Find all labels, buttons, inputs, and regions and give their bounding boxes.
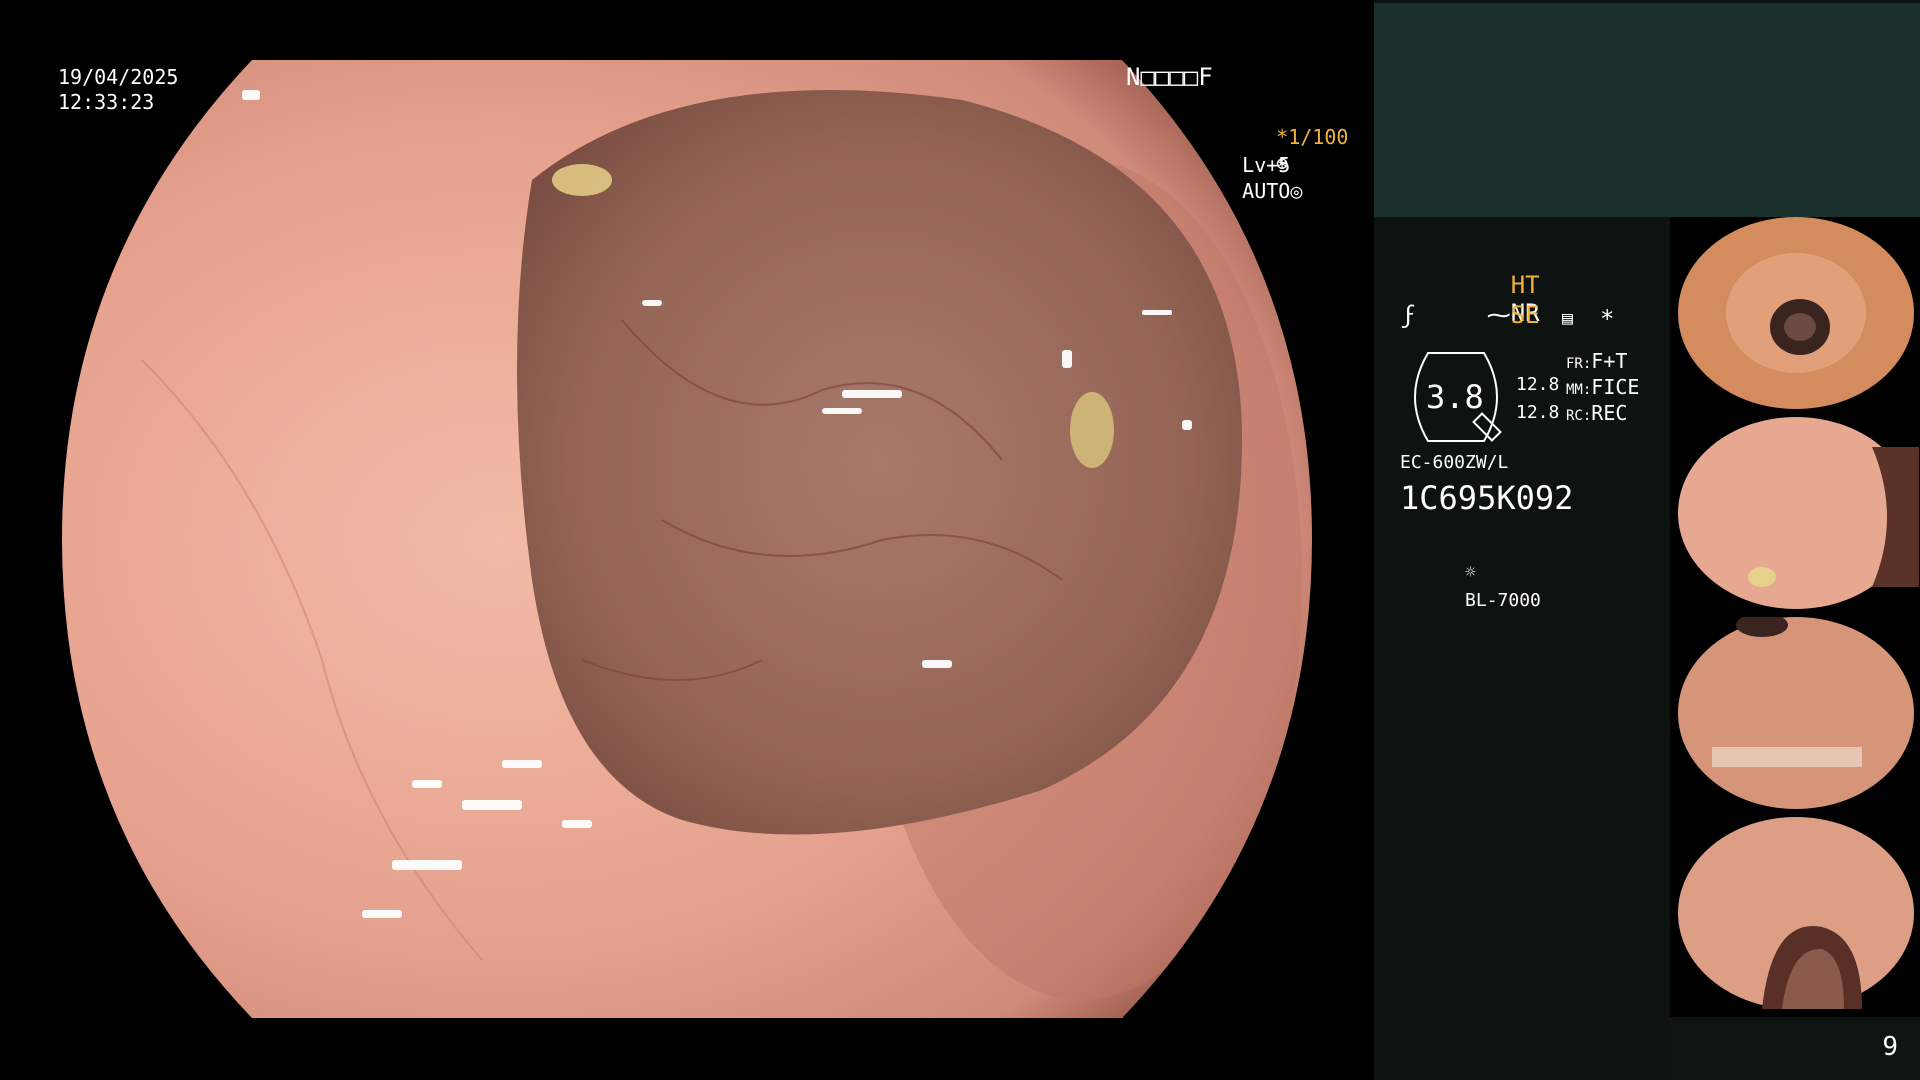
status-side-panel: HT NR ⁓SE ϝ ▤ * 3.8 12.8 12.8 FR:F+T MM:… [1374,0,1920,1080]
rc-value: REC [1591,401,1628,425]
thumbnail-image-2 [1678,417,1919,609]
exposure-level: Lv+5 AUTO◎ [1194,126,1302,230]
endoscope-main-view: 19/04/2025 12:33:23 N□□□□F *1/100 ⊛ Lv+5… [0,0,1374,1080]
thumbnail-image-1 [1678,217,1914,409]
fr-value: F+T [1591,349,1628,373]
zoom-bottom-value: 12.8 [1516,402,1560,423]
rc-row: RC:REC [1566,399,1627,430]
exam-time: 12:33:23 [58,90,155,114]
zoom-top-value: 12.8 [1516,374,1560,395]
thumbnail-4[interactable] [1672,817,1919,1009]
thumbnail-image-3 [1678,617,1914,809]
thumbnail-2[interactable] [1672,417,1919,609]
captured-thumbnails [1670,217,1920,1017]
thumbnail-1[interactable] [1672,217,1919,409]
lightsource-icon: ☼ [1465,562,1476,583]
exam-date: 19/04/2025 [58,65,179,89]
color-enhance-icon: ϝ [1402,301,1417,329]
iris-icon: ◎ [1290,179,1303,203]
mm-label: MM: [1566,382,1592,398]
light-source-model: BL-7000 [1465,590,1541,611]
patient-id-mask: N□□□□F [1126,63,1213,91]
structure-icon: ⁓ [1486,301,1511,329]
endoscopy-image [62,60,1312,1018]
fr-label: FR: [1566,356,1592,372]
se-row: ⁓SE [1400,273,1540,357]
page-number: 9 [1882,1032,1898,1062]
scope-model: EC-600ZW/L [1400,452,1509,473]
menu-settings-icon: ▤ [1562,308,1573,329]
light-source-row: ☼ BL-7000 [1400,531,1541,643]
se-label: SE [1510,301,1540,329]
exposure-mode: AUTO [1242,179,1291,203]
level-value: Lv+5 [1242,153,1291,177]
scope-serial: 1C695K092 [1400,479,1574,517]
panel-header-block [1374,3,1920,217]
rc-label: RC: [1566,408,1592,424]
mm-value: FICE [1591,375,1640,399]
zoom-value: 3.8 [1426,378,1484,416]
thumbnail-image-4 [1678,817,1914,1009]
thumbnail-3[interactable] [1672,617,1919,809]
settings-info-area: HT NR ⁓SE ϝ ▤ * 3.8 12.8 12.8 FR:F+T MM:… [1374,217,1670,1080]
star-indicator: * [1600,305,1615,333]
